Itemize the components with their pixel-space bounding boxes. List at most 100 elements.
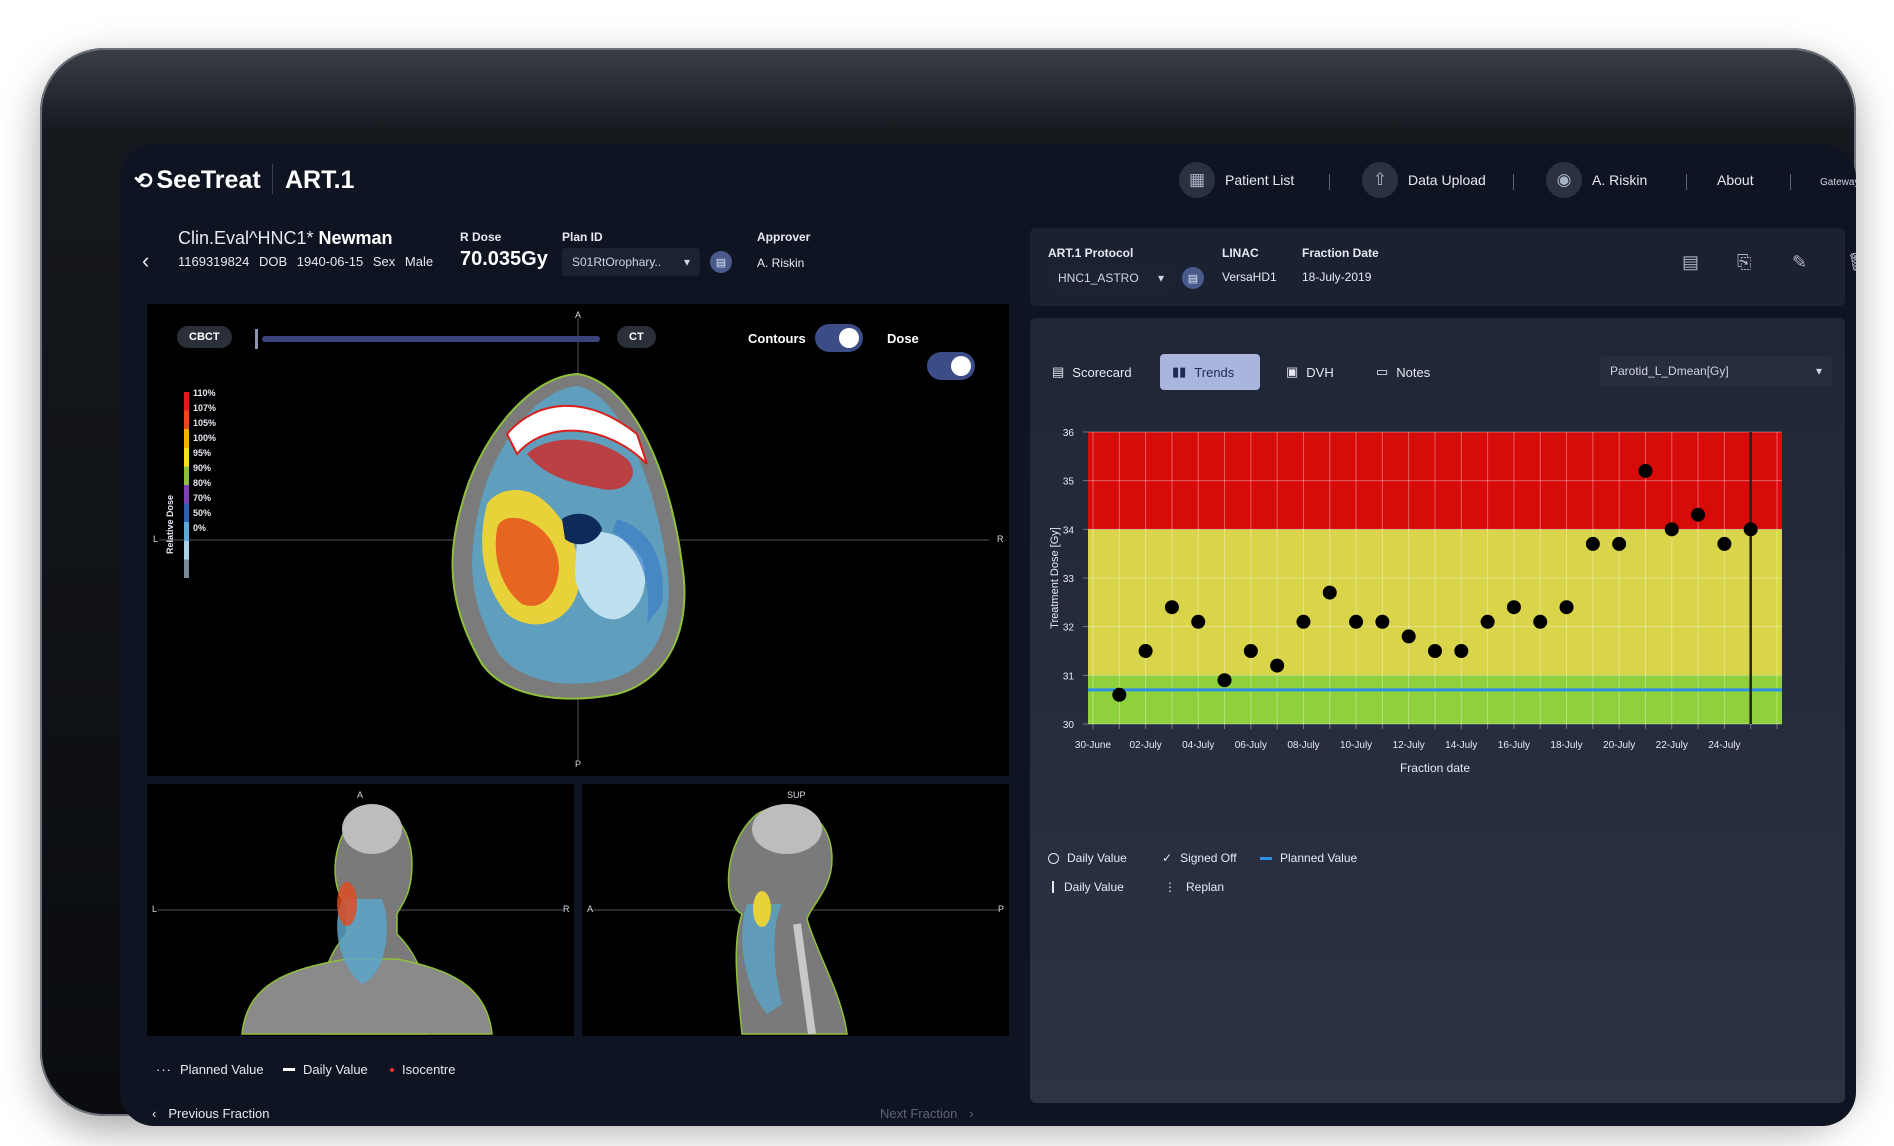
x-tick-label: 14-July <box>1445 740 1477 751</box>
dose-legend-label: 100% <box>193 433 217 443</box>
x-tick-label: 20-July <box>1603 740 1635 751</box>
dose-legend-title: Relative Dose <box>165 494 175 554</box>
data-point <box>1217 673 1232 688</box>
data-point <box>1138 644 1153 658</box>
isocentre-dot-icon <box>390 1067 394 1072</box>
chart-legend-replan-label: Replan <box>1186 880 1225 894</box>
x-tick-label: 30-June <box>1075 740 1112 751</box>
tab-scorecard-label: Scorecard <box>1072 364 1132 380</box>
app-screen: ⟲ SeeTreat ART.1 ▦ Patient List ⇧ Data Uplo… <box>120 144 1856 1126</box>
back-chevron-icon[interactable]: ‹ <box>142 248 149 274</box>
sagittal-orient-sup: SUP <box>787 790 806 800</box>
contours-label: Contours <box>748 331 806 346</box>
data-point <box>1296 614 1311 629</box>
export-file-icon[interactable]: ⎘ <box>1737 252 1751 273</box>
orient-p: P <box>575 759 582 769</box>
chart-legend-planned: Planned Value <box>1260 851 1357 865</box>
x-tick-label: 10-July <box>1340 740 1372 751</box>
chevron-right-icon: › <box>969 1106 974 1121</box>
y-tick-label: 35 <box>1063 477 1075 488</box>
metric-dropdown[interactable]: Parotid_L_Dmean[Gy] ▾ <box>1600 356 1832 386</box>
dose-legend-label: 80% <box>193 478 212 488</box>
coronal-viewer[interactable]: A L R <box>147 784 574 1036</box>
blend-slider[interactable] <box>262 336 600 342</box>
image-chart-icon: ▣ <box>1286 364 1299 379</box>
prev-fraction-label: Previous Fraction <box>168 1106 270 1121</box>
sex-label: Sex <box>372 254 396 269</box>
header-divider <box>272 164 273 194</box>
gateway-label: Gateway <box>1820 177 1856 188</box>
axial-image <box>159 318 989 760</box>
data-point <box>1349 614 1364 629</box>
edit-document-icon[interactable]: ✎ <box>1792 252 1807 273</box>
ct-label[interactable]: CT <box>617 326 656 348</box>
nav-about[interactable]: About <box>1717 172 1754 188</box>
report-icon[interactable]: ▤ <box>1682 252 1699 273</box>
dose-legend-labels: 110% 107% 105% 100% 95% 90% 80% 70% 50% 0% <box>193 388 216 538</box>
dose-legend-label: 105% <box>193 418 217 428</box>
x-tick-label: 12-July <box>1393 740 1425 751</box>
blend-slider-handle[interactable] <box>255 329 258 349</box>
data-point <box>1243 644 1258 658</box>
plan-id-value: S01RtOrophary.. <box>572 255 662 269</box>
cbct-label[interactable]: CBCT <box>177 326 232 348</box>
caret-down-icon: ▾ <box>1815 364 1822 378</box>
plan-id-dropdown[interactable]: S01RtOrophary.. ▾ <box>562 248 700 276</box>
fraction-date-value: 18-July-2019 <box>1302 270 1372 284</box>
y-tick-label: 30 <box>1063 720 1075 731</box>
data-point <box>1375 614 1390 629</box>
blue-line-icon <box>1260 856 1272 860</box>
nav-about-label: About <box>1717 172 1754 188</box>
dose-legend-label: 50% <box>193 508 212 518</box>
legend-planned: ··· Planned Value <box>156 1062 264 1077</box>
data-point <box>1691 507 1706 522</box>
data-point <box>1664 522 1679 537</box>
x-axis-label: Fraction date <box>1400 761 1470 775</box>
chart-legend-signed: ✓ Signed Off <box>1162 851 1237 865</box>
data-point <box>1717 536 1732 551</box>
tab-trends-label: Trends <box>1194 364 1235 380</box>
chevron-left-icon: ‹ <box>152 1106 157 1121</box>
approver-label: Approver <box>757 230 811 244</box>
dose-legend-label: 95% <box>193 448 212 458</box>
comment-icon: ▭ <box>1376 364 1389 379</box>
contours-toggle[interactable] <box>815 324 863 352</box>
patient-info: 1169319824 DOB 1940-06-15 Sex Male <box>178 254 439 269</box>
coronal-orient-l: L <box>152 904 158 914</box>
logo-mark-icon: ⟲ <box>134 167 153 193</box>
logo: ⟲ SeeTreat <box>134 166 261 195</box>
dots-vertical-icon: ⋮ <box>1164 880 1176 894</box>
metric-value: Parotid_L_Dmean[Gy] <box>1610 364 1729 378</box>
protocol-info-icon[interactable]: ▤ <box>1182 267 1204 289</box>
data-point <box>1454 644 1469 658</box>
sagittal-viewer[interactable]: SUP A P <box>582 784 1009 1036</box>
axial-viewer[interactable]: CBCT CT Contours Dose A P L R Relative D… <box>147 304 1009 776</box>
nav-patient-list[interactable]: ▦ Patient List <box>1179 162 1294 198</box>
x-tick-label: 08-July <box>1287 740 1319 751</box>
nav-data-upload[interactable]: ⇧ Data Upload <box>1362 162 1486 198</box>
sagittal-orient-a: A <box>587 904 594 914</box>
sex-value: Male <box>404 254 434 269</box>
dose-legend-label: 0% <box>193 523 207 533</box>
next-fraction-button[interactable]: Next Fraction › <box>880 1106 974 1121</box>
patient-name: Clin.Eval^HNC1* Newman <box>178 228 393 249</box>
protocol-dropdown[interactable]: HNC1_ASTRO ▾ <box>1048 264 1174 292</box>
data-point <box>1191 614 1206 629</box>
plan-info-icon[interactable]: ▤ <box>710 251 732 273</box>
data-point <box>1743 522 1758 537</box>
approver-value: A. Riskin <box>757 256 805 270</box>
dose-label: Dose <box>887 331 919 346</box>
sagittal-orient-p: P <box>998 904 1005 914</box>
orient-r: R <box>997 534 1004 544</box>
dotted-line-icon: ··· <box>156 1062 172 1077</box>
nav-user[interactable]: ◉ A. Riskin <box>1546 162 1647 198</box>
prev-fraction-button[interactable]: ‹ Previous Fraction <box>152 1106 270 1121</box>
plan-id-label: Plan ID <box>562 230 603 244</box>
trash-icon[interactable]: 🗑 <box>1847 252 1856 273</box>
dose-toggle[interactable] <box>927 352 975 380</box>
dose-legend-label: 70% <box>193 493 212 503</box>
bar-chart-icon: ▮▮ <box>1172 364 1187 379</box>
user-avatar-icon: ◉ <box>1546 162 1582 198</box>
dob-value: 1940-06-15 <box>296 254 364 269</box>
protocol-value: HNC1_ASTRO <box>1058 271 1139 285</box>
